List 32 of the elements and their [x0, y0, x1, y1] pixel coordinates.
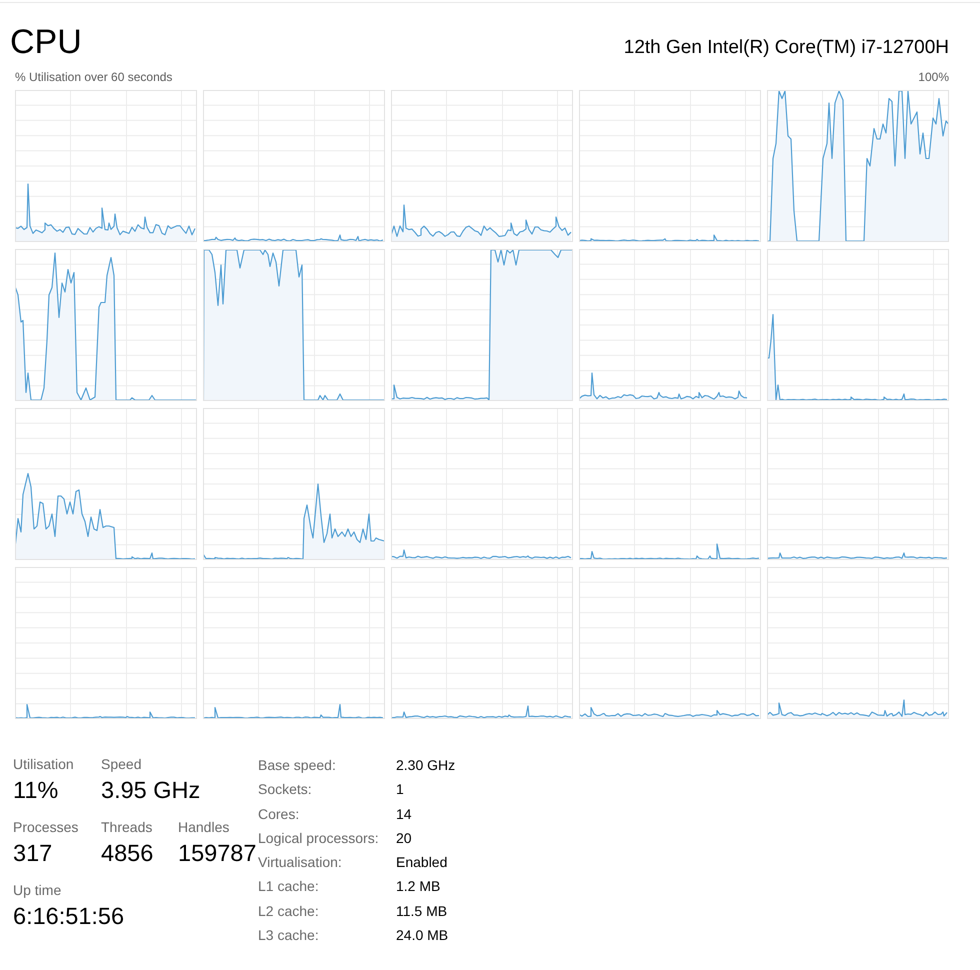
spec-value: 1: [396, 780, 405, 800]
spec-value: Enabled: [396, 853, 448, 872]
graph-max-label: 100%: [918, 69, 949, 85]
stat-label: Processes: [13, 818, 78, 837]
spec-value: 2.30 GHz: [396, 756, 456, 775]
spec-label: L1 cache:: [258, 877, 320, 896]
spec-label: Base speed:: [258, 756, 337, 775]
spec-label: L2 cache:: [258, 902, 320, 921]
spec-label: L3 cache:: [258, 926, 320, 946]
stat-value: 4856: [101, 839, 154, 868]
spec-label: Cores:: [258, 804, 300, 824]
stat-value: 6:16:51:56: [13, 902, 124, 931]
stat-label: Up time: [13, 881, 62, 900]
stat-label: Handles: [178, 818, 230, 837]
processor-name: 12th Gen Intel(R) Core(TM) i7-12700H: [624, 36, 949, 60]
stat-label: Speed: [101, 755, 142, 774]
page-title: CPU: [10, 22, 82, 62]
spec-label: Sockets:: [258, 780, 313, 800]
stat-value: 317: [13, 839, 52, 868]
graph-caption: % Utilisation over 60 seconds: [15, 69, 172, 85]
spec-label: Logical processors:: [258, 828, 380, 848]
spec-value: 1.2 MB: [396, 877, 442, 896]
spec-value: 11.5 MB: [396, 902, 448, 921]
stat-value: 159787: [178, 839, 256, 868]
stat-label: Utilisation: [13, 755, 74, 774]
spec-value: 14: [396, 804, 413, 824]
spec-label: Virtualisation:: [258, 853, 343, 872]
spec-value: 24.0 MB: [396, 926, 450, 946]
spec-value: 20: [396, 828, 413, 848]
stat-label: Threads: [101, 818, 152, 837]
stat-value: 3.95 GHz: [101, 776, 200, 805]
stat-value: 11%: [13, 776, 58, 805]
